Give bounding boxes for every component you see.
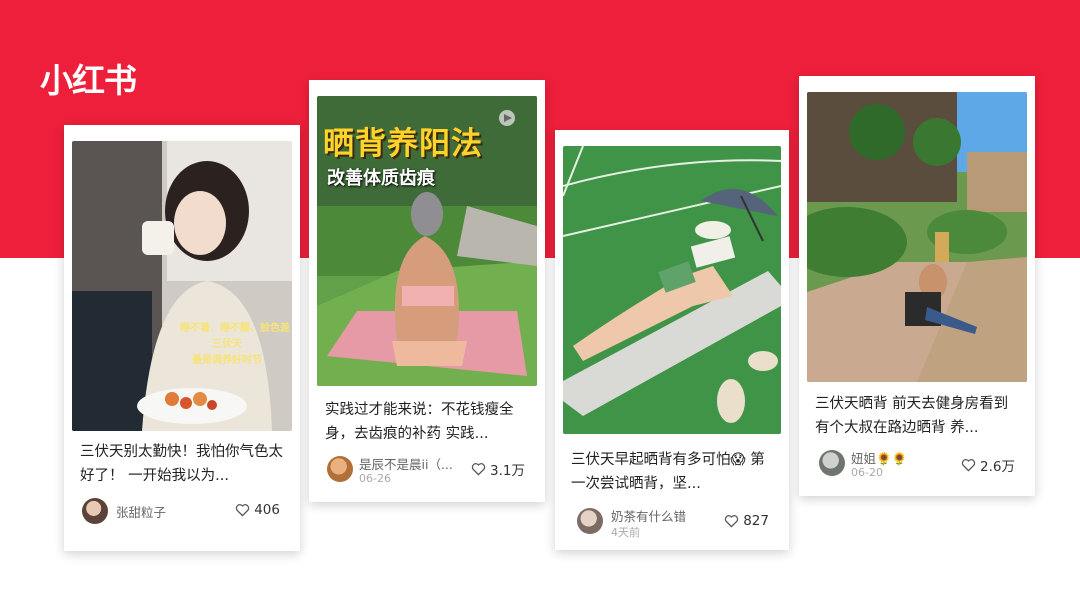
- cover-title: 晒背养阳法: [323, 126, 483, 162]
- author-name[interactable]: 是辰不是晨ii（...: [359, 454, 457, 473]
- heart-icon: [725, 515, 739, 528]
- heart-icon: [236, 504, 250, 517]
- author-name[interactable]: 奶茶有什么错: [611, 506, 686, 525]
- post-title[interactable]: 三伏天晒背 前天去健身房看到有个大叔在路边晒背 养...: [815, 392, 1021, 440]
- post-title[interactable]: 三伏天别太勤快！我怕你气色太好了！ 一开始我以为...: [80, 440, 286, 488]
- like-button[interactable]: 3.1万: [471, 459, 525, 479]
- heart-icon: [961, 459, 976, 472]
- cover-caption-1: 睡不着、睡不醒、脸色差: [180, 323, 290, 334]
- post-cover-image[interactable]: 晒背养阳法 改善体质齿痕: [317, 96, 537, 386]
- author-name[interactable]: 张甜粒子: [116, 502, 166, 521]
- post-title[interactable]: 三伏天早起晒背有多可怕😱 第一次尝试晒背，坚...: [571, 448, 775, 496]
- xiaohongshu-logo: 小红书: [40, 61, 137, 100]
- post-date: 4天前: [611, 526, 640, 539]
- post-card[interactable]: 睡不着、睡不醒、脸色差 三伏天 最是调养好时节 三伏天别太勤快！我怕你气色太好了…: [64, 125, 300, 551]
- author-name[interactable]: 妞姐🌻🌻: [851, 448, 907, 467]
- post-cover-image[interactable]: [807, 92, 1027, 382]
- post-date: 06-20: [851, 466, 883, 479]
- avatar[interactable]: [82, 498, 108, 524]
- like-count: 2.6万: [980, 459, 1015, 475]
- post-cover-image[interactable]: 睡不着、睡不醒、脸色差 三伏天 最是调养好时节: [72, 141, 292, 431]
- cover-subtitle: 改善体质齿痕: [327, 168, 435, 189]
- cover-caption-2: 三伏天: [212, 339, 242, 350]
- heart-icon: [471, 463, 486, 476]
- like-count: 406: [254, 502, 280, 518]
- post-title[interactable]: 实践过才能来说：不花钱瘦全身，去齿痕的补药 实践...: [325, 398, 531, 446]
- like-button[interactable]: 2.6万: [961, 455, 1015, 475]
- like-count: 3.1万: [490, 463, 525, 479]
- post-card[interactable]: 三伏天晒背 前天去健身房看到有个大叔在路边晒背 养... 妞姐🌻🌻 06-20 …: [799, 76, 1035, 496]
- avatar[interactable]: [819, 450, 845, 476]
- avatar[interactable]: [577, 508, 603, 534]
- like-button[interactable]: 827: [724, 513, 769, 529]
- like-button[interactable]: 406: [235, 502, 280, 518]
- cover-caption-3: 最是调养好时节: [192, 355, 262, 366]
- like-count: 827: [743, 513, 769, 529]
- post-card[interactable]: 三伏天早起晒背有多可怕😱 第一次尝试晒背，坚... 奶茶有什么错 4天前 827: [555, 130, 789, 550]
- post-date: 06-26: [359, 472, 391, 485]
- avatar[interactable]: [327, 456, 353, 482]
- post-cover-image[interactable]: [563, 146, 781, 434]
- post-card[interactable]: 晒背养阳法 改善体质齿痕 实践过才能来说：不花钱瘦全身，去齿痕的补药 实践...…: [309, 80, 545, 502]
